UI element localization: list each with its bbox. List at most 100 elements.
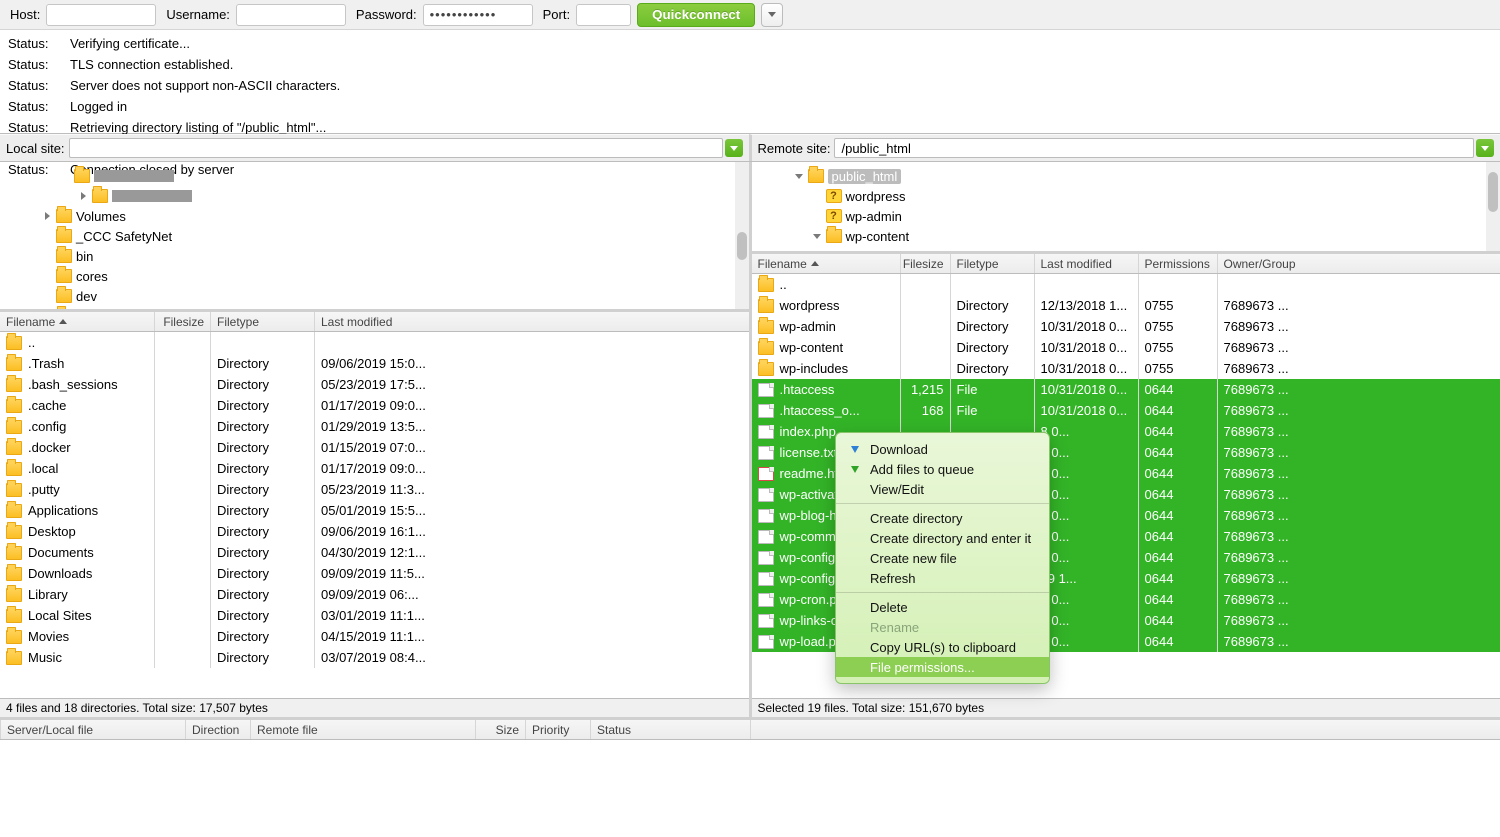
menu-item[interactable]: Create new file xyxy=(836,548,1049,568)
file-size xyxy=(154,500,210,521)
local-site-input[interactable] xyxy=(69,138,723,158)
sort-asc-icon xyxy=(811,261,819,266)
tree-node[interactable]: public_html xyxy=(752,166,1500,186)
menu-item[interactable]: Download xyxy=(836,439,1049,459)
list-row[interactable]: .puttyDirectory05/23/2019 11:3... xyxy=(0,479,749,500)
list-row[interactable]: Local SitesDirectory03/01/2019 11:1... xyxy=(0,605,749,626)
menu-item[interactable]: Copy URL(s) to clipboard xyxy=(836,637,1049,657)
col-priority[interactable]: Priority xyxy=(525,720,590,739)
disclosure-down-icon[interactable] xyxy=(812,234,822,239)
list-row[interactable]: .. xyxy=(752,274,1500,295)
file-modified: 05/23/2019 17:5... xyxy=(314,374,749,395)
file-icon xyxy=(758,509,774,523)
col-filename[interactable]: Filename xyxy=(752,254,900,273)
list-row[interactable]: DocumentsDirectory04/30/2019 12:1... xyxy=(0,542,749,563)
col-lastmodified[interactable]: Last modified xyxy=(314,312,749,331)
col-status[interactable]: Status xyxy=(590,720,750,739)
file-name: .htaccess_o... xyxy=(780,403,860,418)
disclosure-right-icon[interactable] xyxy=(78,192,88,200)
file-owner: 7689673 ... xyxy=(1217,631,1500,652)
list-row[interactable]: .dockerDirectory01/15/2019 07:0... xyxy=(0,437,749,458)
list-row[interactable]: .. xyxy=(0,332,749,353)
menu-label: Create directory and enter it xyxy=(870,531,1031,546)
queue-body[interactable] xyxy=(0,740,1500,837)
tree-node[interactable]: cores xyxy=(0,266,749,286)
list-row[interactable]: .cacheDirectory01/17/2019 09:0... xyxy=(0,395,749,416)
scrollbar[interactable] xyxy=(1486,162,1500,251)
remote-tree[interactable]: public_html?wordpress?wp-adminwp-content xyxy=(752,162,1500,254)
list-row[interactable]: wp-includesDirectory10/31/2018 0...07557… xyxy=(752,358,1500,379)
tree-node[interactable]: ?wordpress xyxy=(752,186,1500,206)
col-owner[interactable]: Owner/Group xyxy=(1217,254,1500,273)
menu-item[interactable]: Create directory xyxy=(836,508,1049,528)
remote-site-label: Remote site: xyxy=(758,141,831,156)
disclosure-right-icon[interactable] xyxy=(42,212,52,220)
scrollbar[interactable] xyxy=(735,162,749,309)
menu-item[interactable]: Add files to queue xyxy=(836,459,1049,479)
remote-site-dropdown[interactable] xyxy=(1476,139,1494,157)
tree-node[interactable]: bin xyxy=(0,246,749,266)
quickconnect-history-button[interactable] xyxy=(761,3,783,27)
file-name: .config xyxy=(28,419,66,434)
col-server-local[interactable]: Server/Local file xyxy=(0,720,185,739)
file-size xyxy=(154,542,210,563)
col-direction[interactable]: Direction xyxy=(185,720,250,739)
tree-node[interactable]: Volumes xyxy=(0,206,749,226)
tree-node[interactable]: dev xyxy=(0,286,749,306)
file-perm: 0644 xyxy=(1138,526,1217,547)
folder-icon xyxy=(6,504,22,518)
col-filesize[interactable]: Filesize xyxy=(154,312,210,331)
file-type: Directory xyxy=(210,647,314,668)
remote-site-input[interactable]: /public_html xyxy=(834,138,1474,158)
tree-node[interactable]: _CCC SafetyNet xyxy=(0,226,749,246)
quickconnect-button[interactable]: Quickconnect xyxy=(637,3,755,27)
list-row[interactable]: wp-adminDirectory10/31/2018 0...07557689… xyxy=(752,316,1500,337)
col-filesize[interactable]: Filesize xyxy=(900,254,950,273)
tree-node[interactable]: wp-content xyxy=(752,226,1500,246)
menu-item[interactable]: Delete xyxy=(836,597,1049,617)
col-lastmodified[interactable]: Last modified xyxy=(1034,254,1138,273)
local-tree[interactable]: Volumes_CCC SafetyNetbincoresdevetc xyxy=(0,162,749,312)
col-remote-file[interactable]: Remote file xyxy=(250,720,475,739)
col-filetype[interactable]: Filetype xyxy=(950,254,1034,273)
col-filename[interactable]: Filename xyxy=(0,312,154,331)
list-row[interactable]: .configDirectory01/29/2019 13:5... xyxy=(0,416,749,437)
col-filetype[interactable]: Filetype xyxy=(210,312,314,331)
menu-item[interactable]: Refresh xyxy=(836,568,1049,588)
local-list-rows[interactable]: ...TrashDirectory09/06/2019 15:0....bash… xyxy=(0,332,749,698)
list-row[interactable]: wp-contentDirectory10/31/2018 0...075576… xyxy=(752,337,1500,358)
queue-header[interactable]: Server/Local file Direction Remote file … xyxy=(0,720,1500,740)
message-log[interactable]: Status:Verifying certificate...Status:TL… xyxy=(0,30,1500,134)
file-icon xyxy=(758,467,774,481)
list-row[interactable]: .htaccess_o...168File10/31/2018 0...0644… xyxy=(752,400,1500,421)
tree-node[interactable] xyxy=(0,186,749,206)
list-row[interactable]: LibraryDirectory09/09/2019 06:... xyxy=(0,584,749,605)
list-row[interactable]: MoviesDirectory04/15/2019 11:1... xyxy=(0,626,749,647)
username-input[interactable] xyxy=(236,4,346,26)
list-row[interactable]: DownloadsDirectory09/09/2019 11:5... xyxy=(0,563,749,584)
list-row[interactable]: .TrashDirectory09/06/2019 15:0... xyxy=(0,353,749,374)
list-row[interactable]: MusicDirectory03/07/2019 08:4... xyxy=(0,647,749,668)
menu-item[interactable]: View/Edit xyxy=(836,479,1049,499)
local-site-dropdown[interactable] xyxy=(725,139,743,157)
list-row[interactable]: .localDirectory01/17/2019 09:0... xyxy=(0,458,749,479)
col-size[interactable]: Size xyxy=(475,720,525,739)
port-input[interactable] xyxy=(576,4,631,26)
list-row[interactable]: DesktopDirectory09/06/2019 16:1... xyxy=(0,521,749,542)
menu-label: Create new file xyxy=(870,551,957,566)
tree-node[interactable]: ?wp-admin xyxy=(752,206,1500,226)
list-row[interactable]: wordpressDirectory12/13/2018 1...0755768… xyxy=(752,295,1500,316)
file-name: Desktop xyxy=(28,524,76,539)
menu-item[interactable]: File permissions... xyxy=(836,657,1049,677)
menu-item[interactable]: Create directory and enter it xyxy=(836,528,1049,548)
list-row[interactable]: .htaccess1,215File10/31/2018 0...0644768… xyxy=(752,379,1500,400)
local-list-header[interactable]: Filename Filesize Filetype Last modified xyxy=(0,312,749,332)
list-row[interactable]: ApplicationsDirectory05/01/2019 15:5... xyxy=(0,500,749,521)
list-row[interactable]: .bash_sessionsDirectory05/23/2019 17:5..… xyxy=(0,374,749,395)
tree-node[interactable] xyxy=(0,166,749,186)
col-permissions[interactable]: Permissions xyxy=(1138,254,1217,273)
password-input[interactable]: •••••••••••• xyxy=(423,4,533,26)
remote-list-header[interactable]: Filename Filesize Filetype Last modified… xyxy=(752,254,1500,274)
disclosure-down-icon[interactable] xyxy=(794,174,804,179)
host-input[interactable] xyxy=(46,4,156,26)
